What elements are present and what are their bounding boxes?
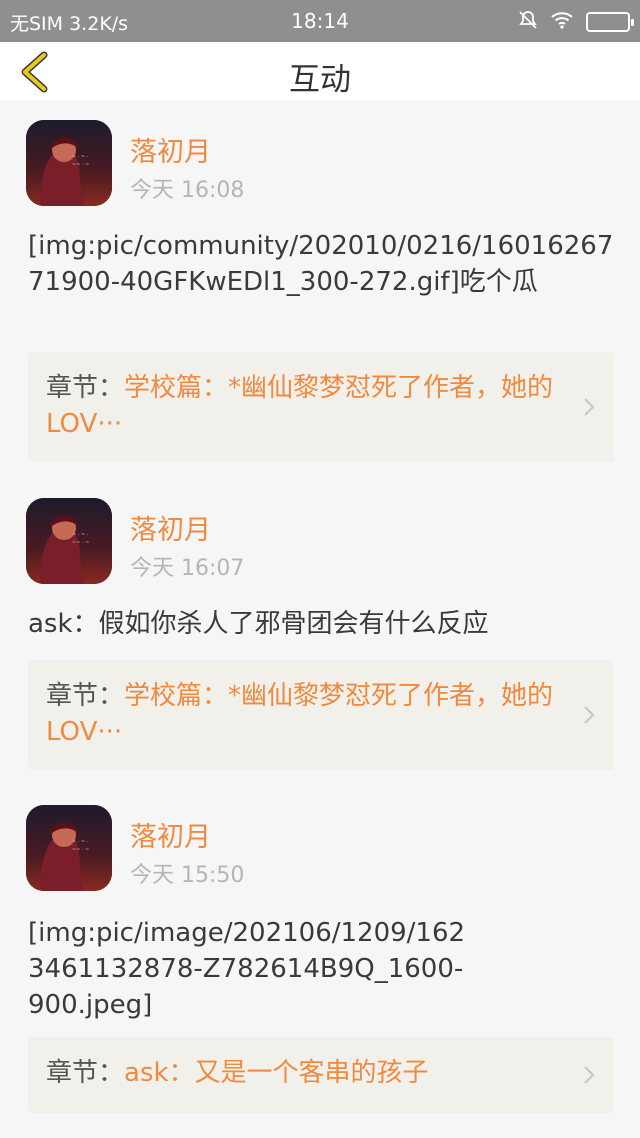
- chapter-text: 章节：学校篇：*幽仙黎梦怼死了作者，她的LOV···: [46, 370, 566, 442]
- chapter-link[interactable]: 章节：ask：又是一个客串的孩子: [28, 1037, 614, 1113]
- battery-icon: [586, 12, 634, 32]
- post-time: 今天 16:07: [130, 556, 245, 581]
- post-time: 今天 16:08: [130, 178, 245, 203]
- chapter-prefix: 章节：: [46, 373, 125, 403]
- avatar[interactable]: ~ · ~ · ~~ · ~: [26, 498, 112, 584]
- post-content: ask：假如你杀人了邪骨团会有什么反应: [28, 609, 489, 639]
- chevron-right-icon: [584, 1066, 595, 1084]
- chevron-right-icon: [584, 398, 595, 416]
- avatar[interactable]: ~ · ~ · ~~ · ~: [26, 805, 112, 891]
- wifi-icon: [550, 11, 574, 33]
- chapter-text: 章节：学校篇：*幽仙黎梦怼死了作者，她的LOV···: [46, 678, 566, 750]
- svg-text:~ · ~ ·: ~ · ~ ·: [72, 154, 89, 160]
- post-username[interactable]: 落初月: [130, 815, 211, 854]
- chapter-link[interactable]: 章节：学校篇：*幽仙黎梦怼死了作者，她的LOV···: [28, 660, 614, 770]
- svg-text:~ · ~ ·: ~ · ~ ·: [72, 532, 89, 538]
- chapter-link[interactable]: 章节：学校篇：*幽仙黎梦怼死了作者，她的LOV···: [28, 352, 614, 462]
- post-content: [img:pic/community/202010/0216/160162677…: [28, 231, 614, 297]
- page-title: 互动: [289, 62, 351, 98]
- post-time: 今天 15:50: [130, 863, 245, 888]
- post-username[interactable]: 落初月: [130, 508, 211, 547]
- avatar[interactable]: ~ · ~ · ~~ · ~: [26, 120, 112, 206]
- post-item: ~ · ~ · ~~ · ~ 落初月 今天 16:07 ask：假如你杀人了邪骨…: [0, 478, 640, 778]
- status-bar: 无SIM 3.2K/s 18:14: [0, 0, 640, 42]
- svg-text:~~ · ~: ~~ · ~: [72, 847, 89, 853]
- chapter-prefix: 章节：: [46, 681, 125, 711]
- status-icons: [518, 10, 634, 34]
- top-nav-bar: 互动: [0, 42, 640, 100]
- post-username[interactable]: 落初月: [130, 130, 211, 169]
- chapter-text: 章节：ask：又是一个客串的孩子: [46, 1055, 566, 1091]
- svg-text:~~ · ~: ~~ · ~: [72, 162, 89, 168]
- post-item: ~ · ~ · ~~ · ~ 落初月 今天 15:50 [img:pic/ima…: [0, 785, 640, 1125]
- svg-text:~~ · ~: ~~ · ~: [72, 540, 89, 546]
- chapter-prefix: 章节：: [46, 1058, 125, 1088]
- mute-bell-icon: [518, 10, 538, 34]
- chapter-name: ask：又是一个客串的孩子: [124, 1058, 429, 1088]
- post-item: ~ · ~ · ~~ · ~ 落初月 今天 16:08 [img:pic/com…: [0, 100, 640, 470]
- svg-text:~ · ~ ·: ~ · ~ ·: [72, 839, 89, 845]
- post-content: [img:pic/image/202106/1209/1623461132878…: [28, 918, 466, 1020]
- chevron-right-icon: [584, 706, 595, 724]
